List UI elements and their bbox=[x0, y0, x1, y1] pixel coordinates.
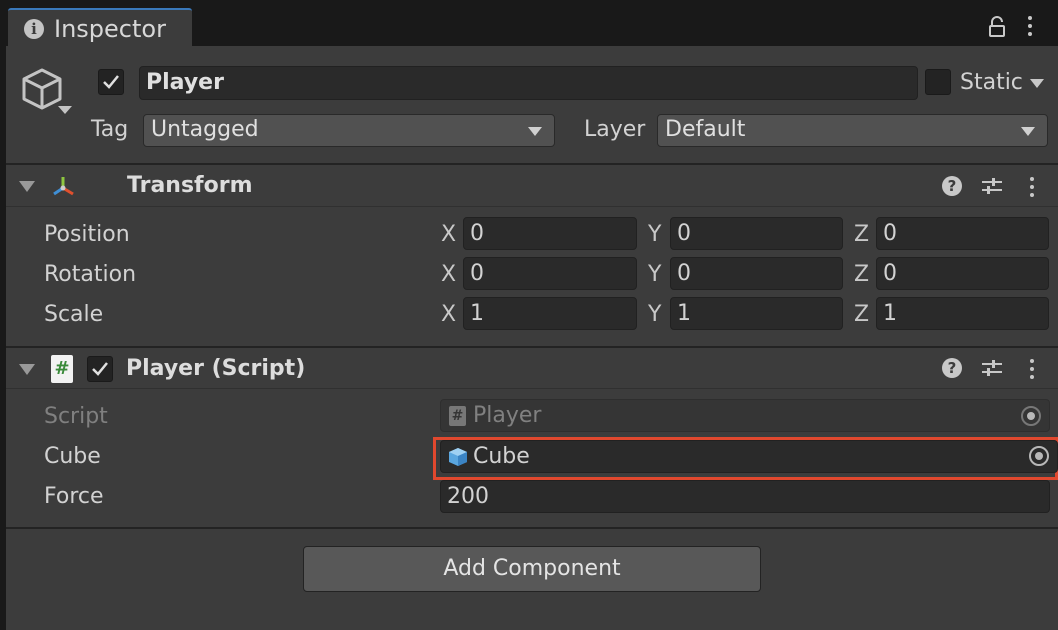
object-picker-icon bbox=[1021, 406, 1041, 426]
lock-icon[interactable] bbox=[988, 16, 1006, 38]
scale-z-field[interactable]: 1 bbox=[876, 297, 1049, 330]
script-label: Script bbox=[44, 404, 108, 429]
scale-x-field[interactable]: 1 bbox=[463, 297, 637, 330]
checkmark-icon bbox=[92, 362, 108, 376]
position-z-field[interactable]: 0 bbox=[876, 217, 1049, 250]
help-icon[interactable]: ? bbox=[942, 358, 962, 378]
checkmark-icon bbox=[103, 75, 119, 89]
rotation-label: Rotation bbox=[44, 262, 137, 287]
icon-dropdown-arrow-icon[interactable] bbox=[58, 106, 72, 114]
position-y-field[interactable]: 0 bbox=[670, 217, 843, 250]
cube-label: Cube bbox=[44, 444, 101, 469]
transform-foldout-icon[interactable] bbox=[19, 181, 35, 192]
tag-label: Tag bbox=[91, 117, 129, 142]
cube-reference-field[interactable]: Cube bbox=[440, 440, 1058, 473]
cube-icon bbox=[449, 448, 467, 466]
object-picker-icon[interactable] bbox=[1029, 446, 1049, 466]
script-component-title[interactable]: Player (Script) bbox=[126, 356, 305, 381]
rotation-z-label: Z bbox=[854, 262, 870, 287]
rotation-z-field[interactable]: 0 bbox=[876, 257, 1049, 290]
divider bbox=[6, 346, 1058, 348]
cube-value: Cube bbox=[473, 444, 530, 469]
static-label[interactable]: Static bbox=[960, 70, 1023, 95]
script-file-icon: # bbox=[51, 355, 73, 383]
presets-icon[interactable] bbox=[980, 175, 1004, 197]
presets-icon[interactable] bbox=[980, 357, 1004, 379]
rotation-y-field[interactable]: 0 bbox=[670, 257, 843, 290]
divider bbox=[6, 527, 1058, 529]
tag-dropdown[interactable]: Untagged bbox=[143, 114, 555, 147]
script-enabled-checkbox[interactable] bbox=[87, 356, 113, 382]
layer-value: Default bbox=[665, 117, 746, 142]
script-foldout-icon[interactable] bbox=[19, 364, 35, 375]
transform-icon bbox=[53, 177, 74, 196]
script-value: Player bbox=[473, 403, 542, 428]
active-checkbox[interactable] bbox=[98, 69, 124, 95]
chevron-down-icon bbox=[1021, 127, 1035, 136]
window-menu-icon[interactable] bbox=[1028, 16, 1032, 40]
scale-y-field[interactable]: 1 bbox=[670, 297, 843, 330]
scale-x-label: X bbox=[441, 302, 457, 327]
scale-z-label: Z bbox=[854, 302, 870, 327]
position-z-label: Z bbox=[854, 222, 870, 247]
tab-inspector[interactable]: i Inspector bbox=[8, 8, 192, 46]
add-component-button[interactable]: Add Component bbox=[303, 546, 761, 592]
tab-inspector-label: Inspector bbox=[54, 15, 166, 43]
chevron-down-icon bbox=[528, 127, 542, 136]
scale-label: Scale bbox=[44, 302, 104, 327]
help-icon[interactable]: ? bbox=[942, 176, 962, 196]
static-dropdown-arrow-icon[interactable] bbox=[1030, 79, 1044, 88]
rotation-x-field[interactable]: 0 bbox=[463, 257, 637, 290]
force-label: Force bbox=[44, 484, 104, 509]
object-name-field[interactable]: Player bbox=[139, 66, 918, 100]
position-x-field[interactable]: 0 bbox=[463, 217, 637, 250]
scale-y-label: Y bbox=[648, 302, 662, 327]
divider bbox=[6, 388, 1058, 389]
window-top-bar bbox=[0, 0, 1058, 8]
divider bbox=[6, 163, 1058, 165]
script-reference-field: # Player bbox=[440, 399, 1050, 432]
transform-title[interactable]: Transform bbox=[127, 173, 253, 198]
layer-label: Layer bbox=[584, 117, 646, 142]
position-label: Position bbox=[44, 222, 130, 247]
script-menu-icon[interactable] bbox=[1030, 359, 1034, 383]
rotation-y-label: Y bbox=[648, 262, 662, 287]
layer-dropdown[interactable]: Default bbox=[657, 114, 1048, 147]
info-icon: i bbox=[24, 19, 44, 39]
static-checkbox[interactable] bbox=[925, 69, 951, 95]
divider bbox=[6, 206, 1058, 207]
force-field[interactable]: 200 bbox=[440, 480, 1050, 513]
position-y-label: Y bbox=[648, 222, 662, 247]
rotation-x-label: X bbox=[441, 262, 457, 287]
script-hash-icon: # bbox=[449, 406, 466, 426]
position-x-label: X bbox=[441, 222, 457, 247]
transform-menu-icon[interactable] bbox=[1030, 177, 1034, 201]
tag-value: Untagged bbox=[151, 117, 259, 142]
